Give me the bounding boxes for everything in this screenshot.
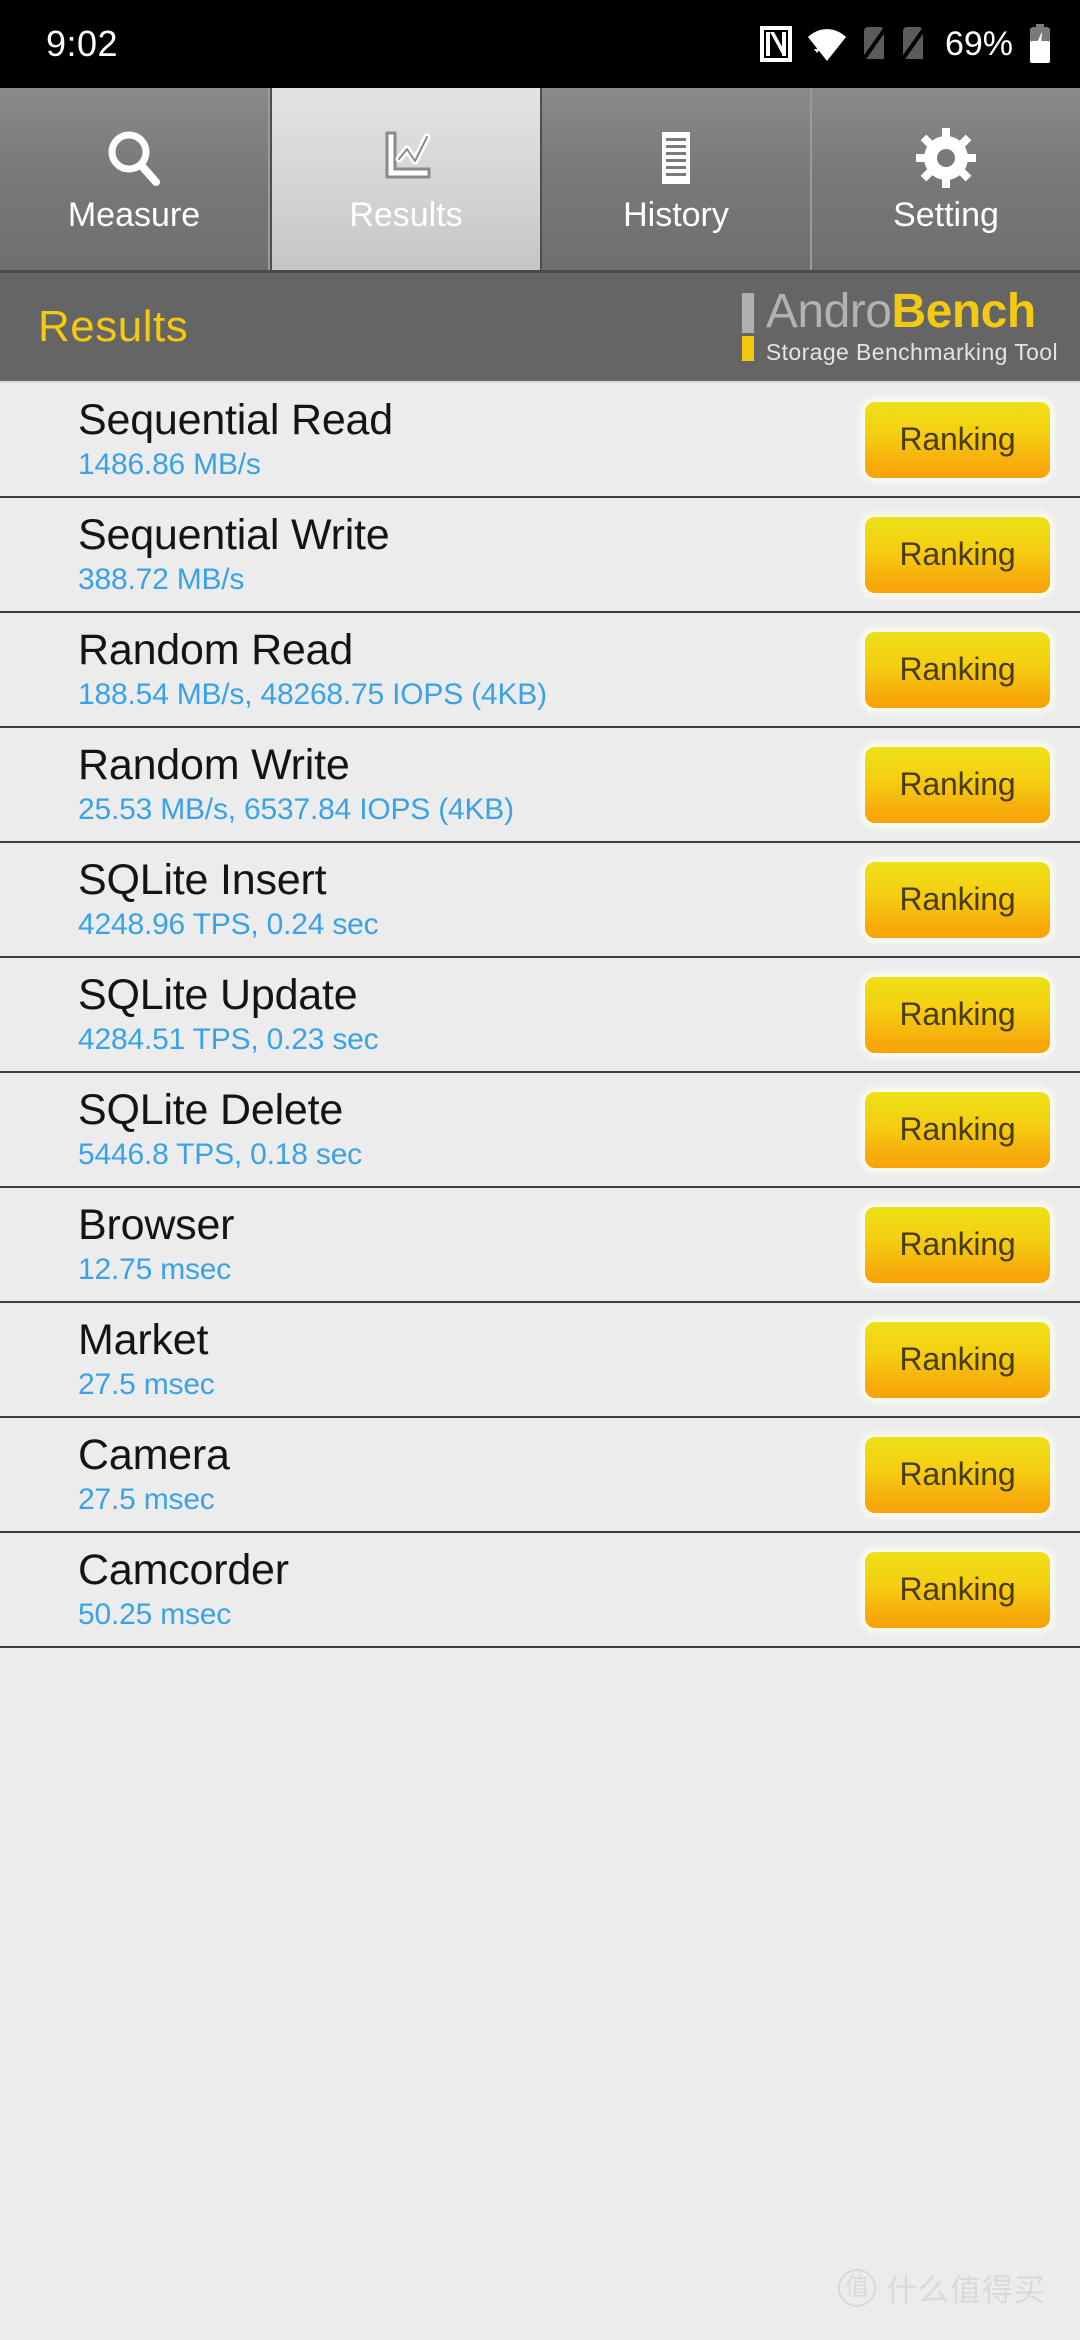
ranking-button[interactable]: Ranking [865, 1091, 1050, 1168]
table-row[interactable]: SQLite Update 4284.51 TPS, 0.23 sec Rankin… [0, 958, 1080, 1073]
result-value: 1486.86 MB/s [78, 448, 261, 482]
result-title: SQLite Delete [78, 1086, 344, 1135]
logo-bars [741, 287, 754, 367]
watermark-text: 什么值得买 [886, 2273, 1046, 2308]
table-row[interactable]: Random Write 25.53 MB/s, 6537.84 IOPS (4K… [0, 728, 1080, 843]
table-row[interactable]: Browser 12.75 msec Ranking [0, 1188, 1080, 1303]
androbench-logo: AndroBench Storage Benchmarking Tool [741, 285, 1058, 367]
table-row[interactable]: Camera 27.5 msec Ranking [0, 1418, 1080, 1533]
tab-results[interactable]: Results [270, 88, 542, 270]
logo-subtitle: Storage Benchmarking Tool [765, 339, 1058, 366]
result-text-block: Sequential Read 1486.86 MB/s [78, 398, 393, 481]
logo-andro: Andro [765, 285, 892, 338]
battery-charging-icon [1028, 24, 1052, 64]
result-value: 25.53 MB/s, 6537.84 IOPS (4KB) [78, 793, 514, 827]
result-text-block: SQLite Update 4284.51 TPS, 0.23 sec [78, 971, 379, 1057]
result-title: Sequential Write [78, 511, 390, 560]
result-value: 388.72 MB/s [78, 563, 245, 597]
table-row[interactable]: Camcorder 50.25 msec Ranking [0, 1533, 1080, 1648]
result-value: 5446.8 TPS, 0.18 sec [78, 1138, 362, 1172]
androbench-app-screen: 9:02 69% Measure Results History Setting… [0, 0, 1080, 2340]
results-list[interactable]: Sequential Read 1486.86 MB/s Ranking Sequen… [0, 383, 1080, 2340]
result-text-block: Camcorder 50.25 msec [78, 1548, 289, 1631]
status-bar-icons: 69% [759, 24, 1052, 64]
result-text-block: SQLite Delete 5446.8 TPS, 0.18 sec [78, 1088, 362, 1171]
result-text-block: Random Write 25.53 MB/s, 6537.84 IOPS (4K… [78, 743, 514, 826]
result-title: SQLite Update [78, 971, 358, 1020]
nfc-icon [759, 25, 793, 63]
page-header-bar: Results AndroBench Storage Benchmarking … [0, 273, 1080, 383]
table-row[interactable]: SQLite Delete 5446.8 TPS, 0.18 sec Ranking [0, 1073, 1080, 1188]
result-text-block: Browser 12.75 msec [78, 1201, 235, 1287]
watermark: 值 什么值得买 [838, 2265, 1046, 2310]
ranking-button[interactable]: Ranking [865, 631, 1050, 708]
tab-setting[interactable]: Setting [812, 88, 1080, 270]
result-title: Random Write [78, 741, 350, 790]
gear-icon [915, 126, 977, 190]
logo-bench: Bench [891, 285, 1036, 338]
result-value: 4248.96 TPS, 0.24 sec [78, 908, 379, 942]
list-document-icon [645, 126, 707, 190]
ranking-button[interactable]: Ranking [865, 1321, 1050, 1398]
table-row[interactable]: Sequential Write 388.72 MB/s Ranking [0, 498, 1080, 613]
result-text-block: Market 27.5 msec [78, 1318, 215, 1401]
ranking-button[interactable]: Ranking [865, 1206, 1050, 1283]
signal-off-icon [861, 25, 887, 63]
result-title: Camcorder [78, 1546, 289, 1595]
tab-results-label: Results [349, 196, 463, 234]
main-tab-bar: Measure Results History Setting [0, 88, 1080, 273]
table-row[interactable]: Market 27.5 msec Ranking [0, 1303, 1080, 1418]
result-value: 27.5 msec [78, 1368, 215, 1402]
logo-bar-yellow [741, 335, 754, 361]
result-title: Random Read [78, 626, 354, 675]
tab-measure[interactable]: Measure [0, 88, 270, 270]
logo-bar-gray [741, 293, 754, 333]
page-title: Results [38, 302, 189, 351]
result-title: Sequential Read [78, 396, 393, 445]
ranking-button[interactable]: Ranking [865, 516, 1050, 593]
result-text-block: Random Read 188.54 MB/s, 48268.75 IOPS (4… [78, 628, 547, 711]
magnifier-icon [103, 126, 165, 190]
tab-history[interactable]: History [542, 88, 812, 270]
result-text-block: Camera 27.5 msec [78, 1433, 230, 1516]
result-title: Market [78, 1316, 209, 1365]
tab-history-label: History [623, 196, 729, 234]
result-title: Browser [78, 1201, 235, 1250]
result-value: 188.54 MB/s, 48268.75 IOPS (4KB) [78, 678, 547, 712]
battery-percent-label: 69% [944, 24, 1013, 63]
wifi-icon [806, 25, 848, 63]
logo-wordmark: AndroBench [765, 285, 1058, 338]
tab-setting-label: Setting [893, 196, 999, 234]
ranking-button[interactable]: Ranking [865, 746, 1050, 823]
ranking-button[interactable]: Ranking [865, 1551, 1050, 1628]
status-bar-clock: 9:02 [46, 23, 119, 64]
table-row[interactable]: Random Read 188.54 MB/s, 48268.75 IOPS (4… [0, 613, 1080, 728]
result-value: 12.75 msec [78, 1253, 232, 1287]
tab-measure-label: Measure [67, 196, 201, 234]
result-value: 27.5 msec [78, 1483, 215, 1517]
line-chart-icon [375, 126, 437, 190]
signal-off-icon [900, 25, 926, 63]
result-title: Camera [78, 1431, 230, 1480]
ranking-button[interactable]: Ranking [865, 1436, 1050, 1513]
result-title: SQLite Insert [78, 856, 327, 905]
result-text-block: Sequential Write 388.72 MB/s [78, 513, 390, 596]
ranking-button[interactable]: Ranking [865, 976, 1050, 1053]
table-row[interactable]: SQLite Insert 4248.96 TPS, 0.24 sec Rankin… [0, 843, 1080, 958]
table-row[interactable]: Sequential Read 1486.86 MB/s Ranking [0, 383, 1080, 498]
status-bar: 9:02 69% [0, 0, 1080, 88]
ranking-button[interactable]: Ranking [865, 401, 1050, 478]
result-value: 50.25 msec [78, 1598, 232, 1632]
ranking-button[interactable]: Ranking [865, 861, 1050, 938]
result-value: 4284.51 TPS, 0.23 sec [78, 1023, 379, 1057]
watermark-logo-icon: 值 [838, 2268, 876, 2307]
result-text-block: SQLite Insert 4248.96 TPS, 0.24 sec [78, 856, 379, 942]
logo-text: AndroBench Storage Benchmarking Tool [765, 285, 1058, 367]
